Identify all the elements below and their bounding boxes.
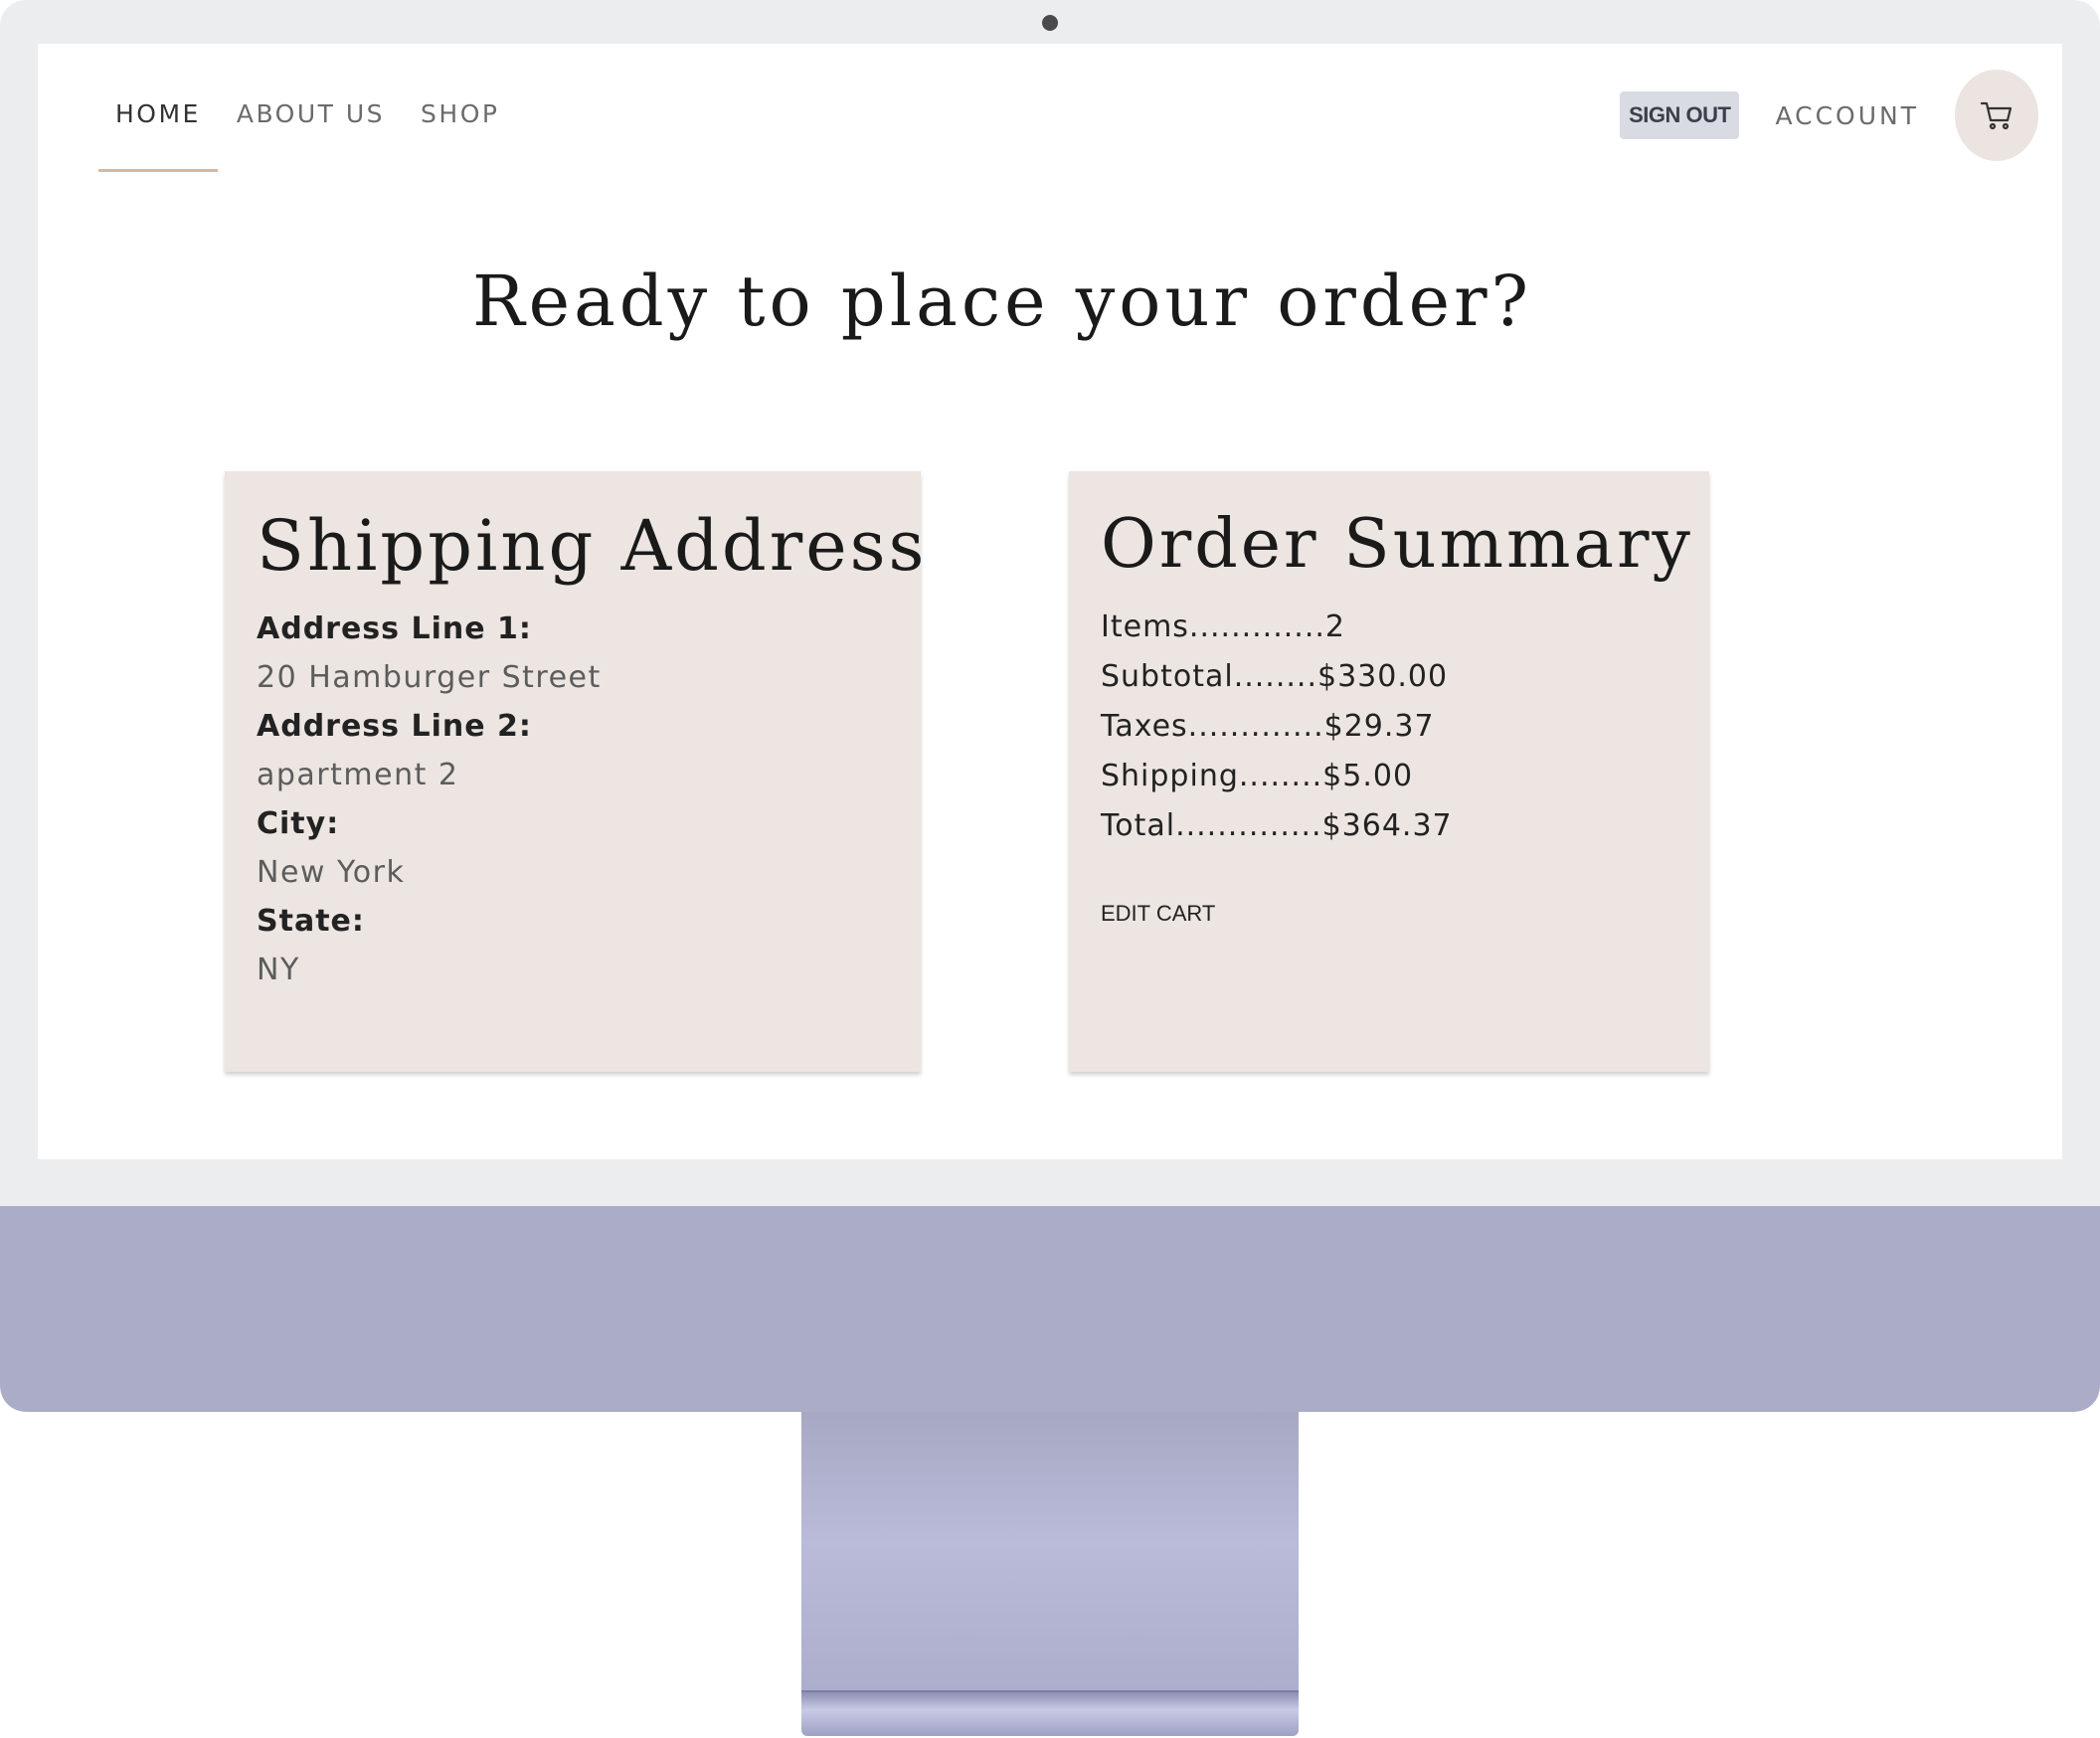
shipping-address-card: Shipping Address Address Line 1: 20 Hamb… (225, 471, 928, 1072)
city-value: New York (257, 855, 406, 890)
edit-cart-button[interactable]: EDIT CART (1101, 901, 1215, 927)
address-line-1-value: 20 Hamburger Street (257, 660, 602, 695)
primary-nav: HOME ABOUT US SHOP (115, 99, 499, 128)
state-label: State: (257, 904, 365, 939)
order-summary-card: Order Summary Items.............2 Subtot… (1069, 471, 1709, 1072)
cart-button[interactable] (1955, 70, 2038, 161)
summary-subtotal-row: Subtotal........$330.00 (1101, 659, 1449, 694)
order-summary-title: Order Summary (1101, 505, 1693, 584)
active-nav-indicator (98, 169, 218, 172)
nav-about-us-link[interactable]: ABOUT US (237, 99, 385, 128)
sign-out-button[interactable]: SIGN OUT (1620, 91, 1740, 139)
camera-icon (1042, 15, 1058, 31)
summary-total-row: Total..............$364.37 (1101, 808, 1453, 843)
monitor-chin (0, 1206, 2100, 1412)
shipping-address-title: Shipping Address (257, 505, 928, 587)
account-nav: SIGN OUT ACCOUNT (1620, 70, 2038, 161)
page-title: Ready to place your order? (471, 261, 1533, 342)
account-link[interactable]: ACCOUNT (1775, 101, 1919, 130)
nav-home-link[interactable]: HOME (115, 99, 201, 128)
monitor-stand (801, 1412, 1299, 1700)
summary-taxes-row: Taxes.............$29.37 (1101, 709, 1435, 744)
city-label: City: (257, 806, 340, 841)
screen: HOME ABOUT US SHOP SIGN OUT ACCOUNT Read… (38, 44, 2062, 1159)
monitor-stand-foot (801, 1692, 1299, 1736)
summary-shipping-row: Shipping........$5.00 (1101, 759, 1414, 793)
address-line-2-value: apartment 2 (257, 758, 459, 792)
address-line-1-label: Address Line 1: (257, 611, 532, 646)
state-value: NY (257, 953, 300, 987)
nav-shop-link[interactable]: SHOP (421, 99, 499, 128)
cart-icon (1980, 101, 2012, 130)
summary-items-row: Items.............2 (1101, 609, 1345, 644)
address-line-2-label: Address Line 2: (257, 709, 532, 744)
